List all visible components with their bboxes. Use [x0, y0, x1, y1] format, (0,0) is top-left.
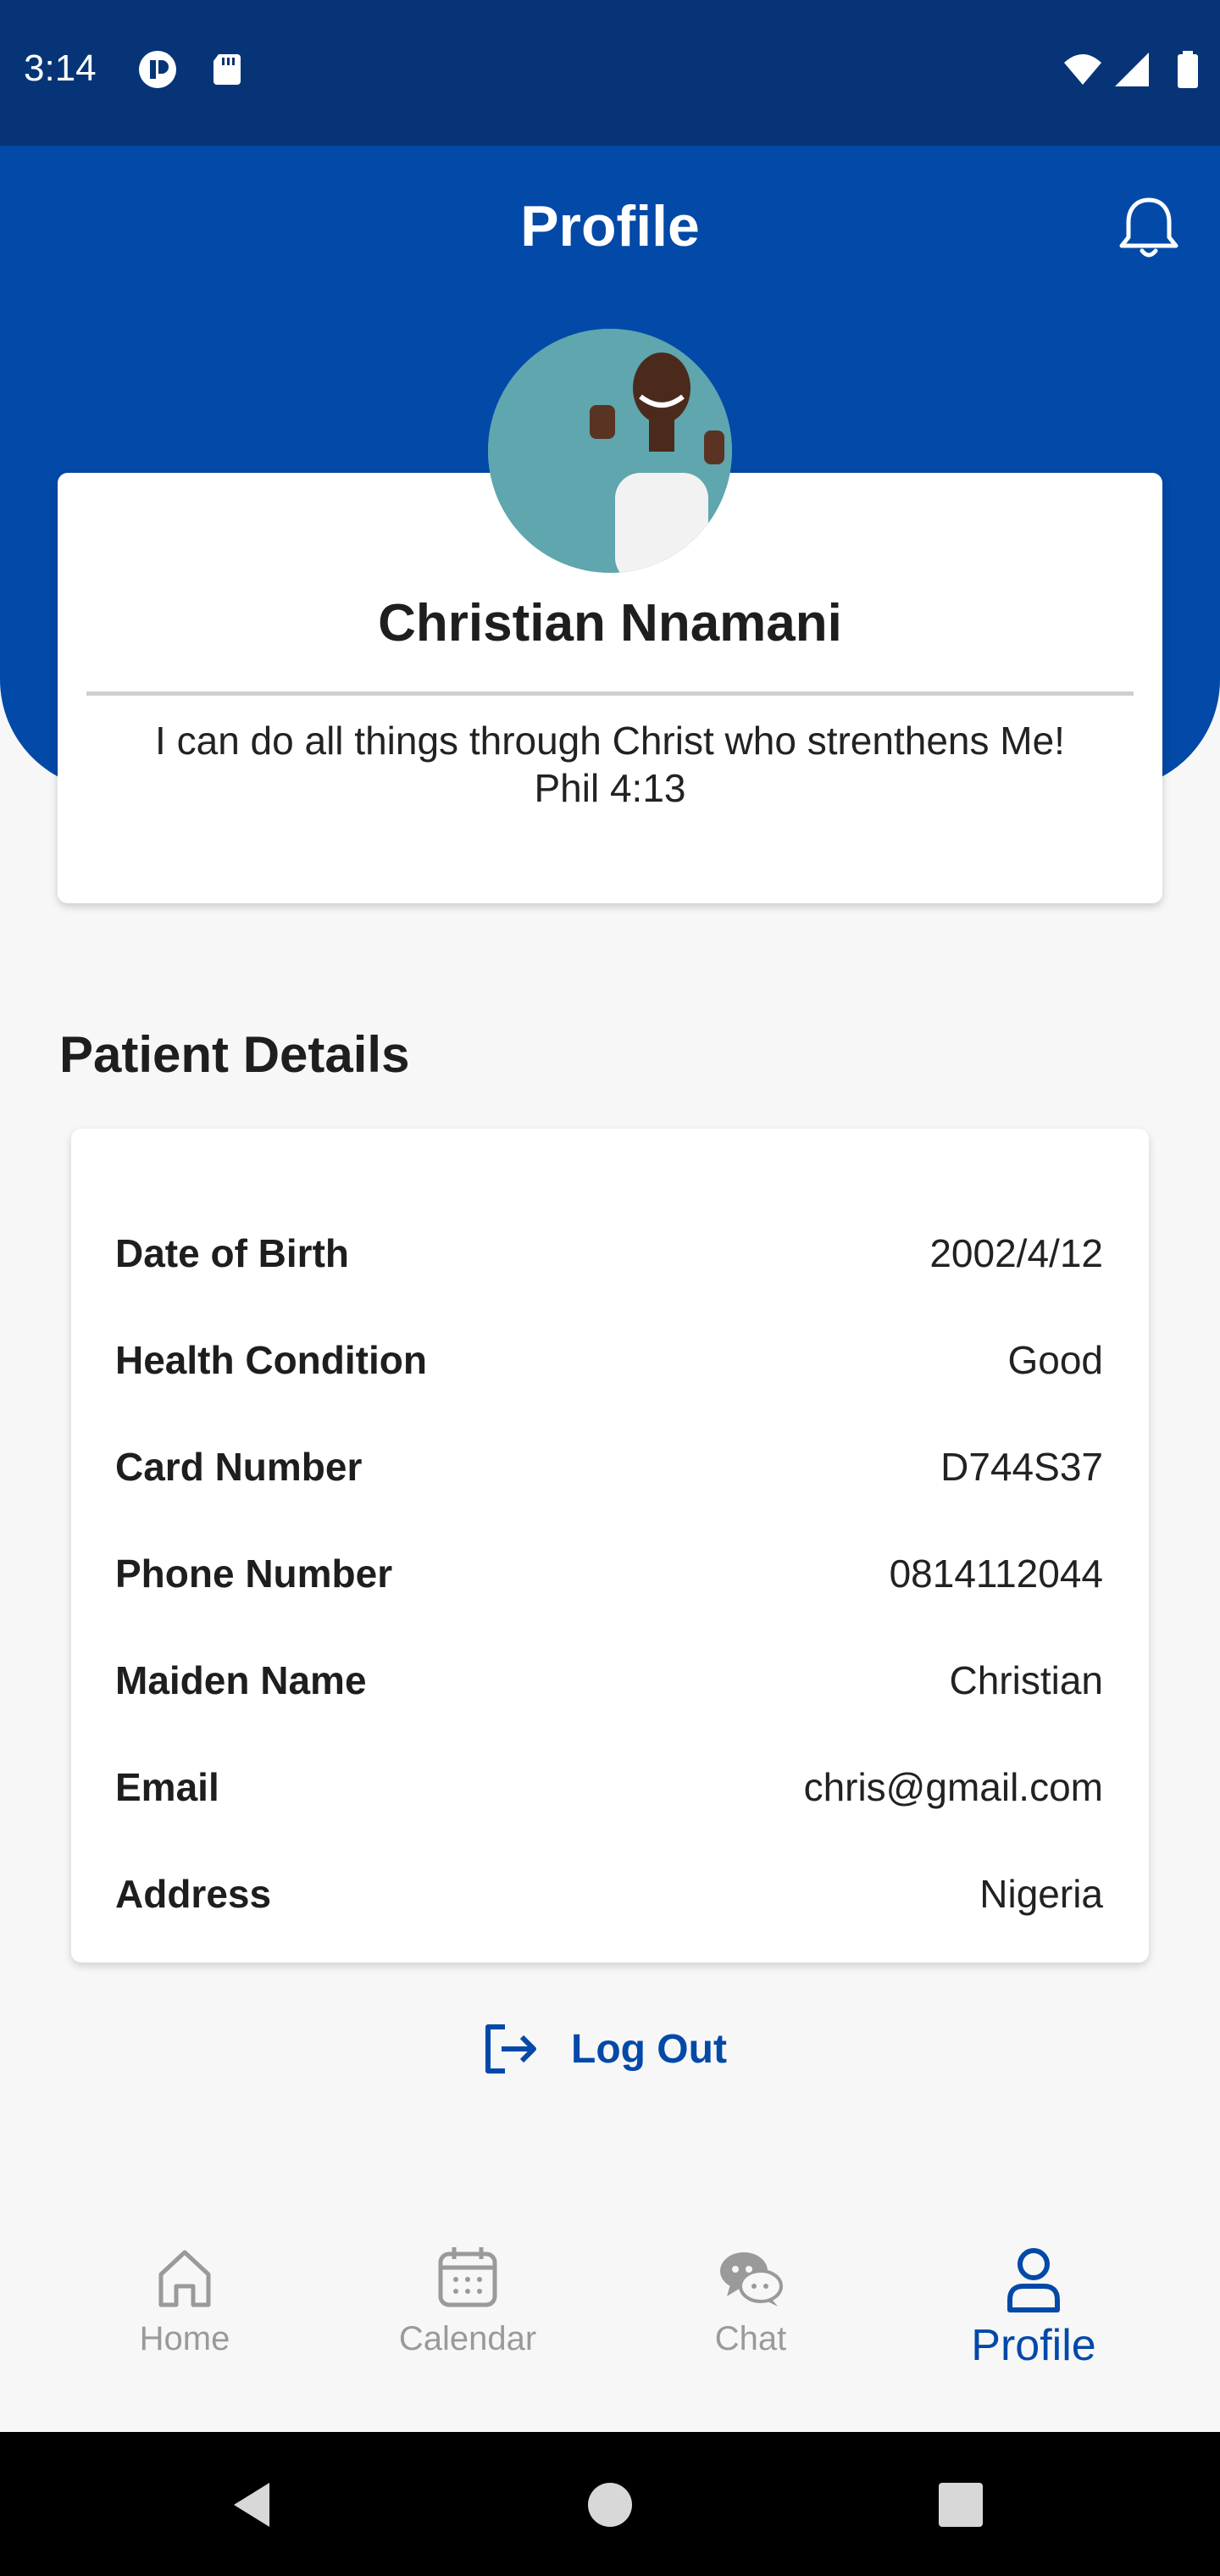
nav-item-home[interactable]: Home	[75, 2242, 295, 2412]
nav-item-chat[interactable]: Chat	[640, 2242, 861, 2412]
nav-label: Calendar	[398, 2320, 537, 2357]
profile-name: Christian Nnamani	[378, 594, 842, 652]
cell-signal-icon	[1115, 53, 1149, 86]
bio-line-1: I can do all things through Christ who s…	[155, 719, 1065, 763]
detail-value: Good	[1007, 1338, 1103, 1382]
logout-label: Log Out	[571, 2026, 727, 2072]
sd-card-icon	[214, 54, 241, 85]
avatar[interactable]	[488, 329, 732, 573]
detail-row-dob: Date of Birth 2002/4/12	[115, 1224, 1103, 1283]
detail-value: chris@gmail.com	[803, 1765, 1103, 1809]
detail-row-address: Address Nigeria	[115, 1864, 1103, 1924]
recents-icon[interactable]	[934, 2478, 988, 2532]
battery-icon	[1178, 51, 1198, 88]
nav-label: Profile	[971, 2321, 1096, 2370]
detail-label: Health Condition	[115, 1338, 427, 1382]
bell-icon[interactable]	[1115, 193, 1183, 264]
details-card: Date of Birth 2002/4/12 Health Condition…	[71, 1129, 1149, 1963]
detail-row-phone: Phone Number 0814112044	[115, 1544, 1103, 1603]
wifi-icon	[1064, 54, 1101, 85]
calendar-icon	[438, 2247, 497, 2307]
detail-row-health: Health Condition Good	[115, 1330, 1103, 1390]
page-title: Profile	[520, 194, 700, 258]
person-icon	[1007, 2248, 1060, 2312]
nav-label: Home	[139, 2320, 230, 2357]
status-bar: 3:14	[0, 0, 1220, 146]
detail-label: Address	[115, 1872, 272, 1916]
bio-line-2: Phil 4:13	[534, 766, 686, 810]
detail-label: Maiden Name	[115, 1658, 367, 1702]
detail-value: 0814112044	[889, 1552, 1103, 1596]
avatar-photo	[488, 329, 732, 573]
nav-label: Chat	[714, 2320, 787, 2357]
section-title: Patient Details	[59, 1026, 410, 1083]
chat-icon	[720, 2252, 783, 2307]
home-icon	[158, 2250, 211, 2307]
bottom-nav: Home Calendar Chat Profile	[0, 2208, 1220, 2432]
logout-button[interactable]: Log Out	[480, 2015, 727, 2083]
logout-icon	[485, 2024, 536, 2074]
nav-item-calendar[interactable]: Calendar	[358, 2242, 578, 2412]
detail-label: Date of Birth	[115, 1231, 349, 1275]
nav-item-profile[interactable]: Profile	[923, 2242, 1144, 2412]
detail-row-email: Email chris@gmail.com	[115, 1757, 1103, 1817]
detail-row-maiden: Maiden Name Christian	[115, 1651, 1103, 1710]
profile-bio: I can do all things through Christ who s…	[85, 717, 1135, 812]
system-nav-bar	[0, 2432, 1220, 2576]
status-time: 3:14	[24, 47, 97, 89]
detail-label: Email	[115, 1765, 219, 1809]
back-icon[interactable]	[227, 2478, 281, 2532]
detail-label: Phone Number	[115, 1552, 393, 1596]
detail-row-card: Card Number D744S37	[115, 1437, 1103, 1496]
detail-value: Christian	[949, 1658, 1103, 1702]
app-notification-icon	[139, 51, 176, 88]
detail-value: 2002/4/12	[929, 1231, 1103, 1275]
divider	[86, 691, 1134, 696]
detail-label: Card Number	[115, 1445, 363, 1489]
detail-value: Nigeria	[979, 1872, 1103, 1916]
home-button-icon[interactable]	[583, 2478, 637, 2532]
detail-value: D744S37	[940, 1445, 1103, 1489]
